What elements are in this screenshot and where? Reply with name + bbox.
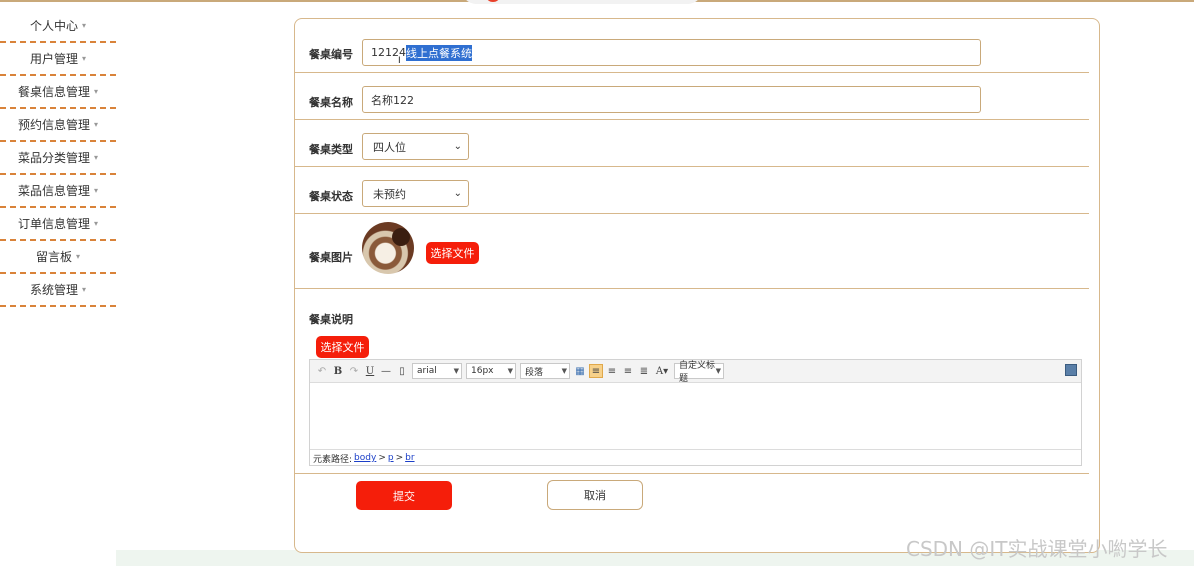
chevron-down-icon: ▾ — [76, 252, 81, 261]
bold-icon[interactable]: B — [331, 364, 345, 378]
table-type-label: 餐桌类型 — [309, 143, 353, 156]
form-row-table-type: 餐桌类型 四人位 ⌄ — [295, 120, 1089, 167]
chevron-down-icon: ⌄ — [453, 141, 462, 152]
table-image-thumbnail — [362, 222, 414, 274]
sidebar-item-label: 留言板 — [35, 250, 72, 264]
header-logo — [462, 0, 702, 4]
underline-icon[interactable]: U — [363, 364, 377, 378]
sidebar-item-label: 餐桌信息管理 — [17, 85, 90, 99]
font-size-select[interactable]: 16px ▼ — [466, 363, 516, 379]
table-no-value-plain: 12124 — [371, 46, 406, 59]
chevron-down-icon: ▼ — [453, 367, 459, 375]
align-right-icon[interactable]: ≡ — [621, 364, 635, 378]
table-no-value-selected: 线上点餐系统 — [406, 44, 472, 61]
sidebar-item-label: 订单信息管理 — [17, 217, 90, 231]
page-root: 个人中心 ▾ 用户管理 ▾ 餐桌信息管理 ▾ 预约信息管理 ▾ 菜品分类管理 ▾ 菜品信息… — [0, 0, 1194, 566]
sidebar-item-user-management[interactable]: 用户管理 ▾ — [0, 43, 116, 76]
align-center-icon[interactable]: ≡ — [605, 364, 619, 378]
table-no-input[interactable]: 12124 线上点餐系统 — [362, 39, 981, 66]
sidebar-item-label: 预约信息管理 — [17, 118, 90, 132]
font-size-value: 16px — [471, 366, 494, 376]
paste-icon[interactable]: ▯ — [395, 364, 409, 378]
editor-toolbar: ↶ B ↷ U — ▯ arial ▼ 16px ▼ 段落 ▼ ▦ ≡ ≡ ≡ ≣ A… — [310, 360, 1081, 384]
sidebar-item-label: 菜品分类管理 — [17, 151, 90, 165]
form-row-table-image: 餐桌图片 选择文件 — [295, 214, 1089, 289]
form-row-table-name: 餐桌名称 名称122 — [295, 73, 1089, 120]
submit-button[interactable]: 提交 — [356, 481, 452, 510]
coffee-beans-graphic — [392, 228, 410, 246]
form-divider — [295, 473, 1089, 474]
path-link-br[interactable]: br — [405, 453, 414, 463]
chevron-down-icon: ▾ — [94, 87, 99, 96]
sidebar-item-order-info[interactable]: 订单信息管理 ▾ — [0, 208, 116, 241]
align-left-icon[interactable]: ≡ — [589, 364, 603, 378]
chevron-down-icon: ▾ — [94, 120, 99, 129]
logo-icon — [486, 0, 500, 2]
table-status-value: 未预约 — [373, 187, 406, 201]
cancel-label: 取消 — [584, 489, 606, 502]
sidebar-item-dish-info[interactable]: 菜品信息管理 ▾ — [0, 175, 116, 208]
edit-form-card: 餐桌编号 12124 线上点餐系统 餐桌名称 名称122 餐桌类型 四人位 ⌄ 餐桌… — [294, 18, 1100, 553]
sidebar-item-personal-center[interactable]: 个人中心 ▾ — [0, 10, 116, 43]
watermark-text: CSDN @IT实战课堂小喲学长 — [906, 537, 1168, 561]
undo-icon[interactable]: ↶ — [315, 364, 329, 378]
horizontal-rule-icon[interactable]: — — [379, 364, 393, 378]
table-name-input[interactable]: 名称122 — [362, 86, 981, 113]
table-name-value: 名称122 — [371, 93, 414, 107]
table-name-label: 餐桌名称 — [309, 96, 353, 109]
submit-label: 提交 — [393, 489, 415, 503]
form-row-table-status: 餐桌状态 未预约 ⌄ — [295, 167, 1089, 214]
sidebar-item-label: 系统管理 — [29, 283, 78, 297]
chevron-down-icon: ▼ — [561, 367, 567, 375]
table-status-select[interactable]: 未预约 ⌄ — [362, 180, 469, 207]
justify-icon[interactable]: ≣ — [637, 364, 651, 378]
chevron-down-icon: ▼ — [507, 367, 513, 375]
chevron-down-icon: ▾ — [94, 219, 99, 228]
element-path-label: 元素路径: — [313, 454, 353, 465]
sidebar: 个人中心 ▾ 用户管理 ▾ 餐桌信息管理 ▾ 预约信息管理 ▾ 菜品分类管理 ▾ 菜品信息… — [0, 10, 116, 307]
paragraph-value: 段落 — [525, 367, 544, 378]
choose-image-file-button[interactable]: 选择文件 — [426, 242, 479, 264]
chevron-down-icon: ▾ — [94, 153, 99, 162]
table-no-label: 餐桌编号 — [309, 48, 353, 61]
rich-text-editor: ↶ B ↷ U — ▯ arial ▼ 16px ▼ 段落 ▼ ▦ ≡ ≡ ≡ ≣ A… — [309, 359, 1082, 466]
sidebar-item-label: 个人中心 — [29, 19, 78, 33]
choose-file-label: 选择文件 — [320, 341, 365, 354]
sidebar-item-table-info[interactable]: 餐桌信息管理 ▾ — [0, 76, 116, 109]
font-color-icon[interactable]: A▾ — [653, 364, 671, 378]
sidebar-item-message-board[interactable]: 留言板 ▾ — [0, 241, 116, 274]
chevron-down-icon: ▾ — [82, 285, 87, 294]
sidebar-item-dish-category[interactable]: 菜品分类管理 ▾ — [0, 142, 116, 175]
chevron-down-icon: ⌄ — [453, 188, 462, 199]
cancel-button[interactable]: 取消 — [547, 480, 643, 510]
editor-content-area[interactable] — [310, 383, 1081, 449]
chevron-down-icon: ▾ — [82, 21, 87, 30]
text-cursor-icon: I — [398, 56, 401, 66]
editor-element-path: 元素路径: body > p > br — [310, 449, 1081, 466]
table-icon[interactable]: ▦ — [573, 364, 587, 378]
chevron-down-icon: ▾ — [82, 54, 87, 63]
table-status-label: 餐桌状态 — [309, 190, 353, 203]
path-link-p[interactable]: p — [388, 453, 394, 463]
path-link-body[interactable]: body — [354, 453, 376, 463]
paragraph-select[interactable]: 段落 ▼ — [520, 363, 570, 379]
custom-title-select[interactable]: 自定义标题 ▼ — [674, 361, 724, 384]
chevron-down-icon: ▼ — [715, 367, 721, 375]
form-row-table-no: 餐桌编号 12124 线上点餐系统 — [295, 19, 1089, 73]
sidebar-item-label: 用户管理 — [29, 52, 78, 66]
font-family-value: arial — [417, 366, 437, 376]
redo-icon[interactable]: ↷ — [347, 364, 361, 378]
fullscreen-icon[interactable] — [1065, 364, 1077, 376]
choose-file-label: 选择文件 — [430, 247, 475, 260]
font-family-select[interactable]: arial ▼ — [412, 363, 462, 379]
sidebar-item-system-management[interactable]: 系统管理 ▾ — [0, 274, 116, 307]
table-desc-label: 餐桌说明 — [309, 313, 353, 326]
table-type-value: 四人位 — [373, 140, 406, 154]
table-image-label: 餐桌图片 — [309, 251, 353, 264]
table-type-select[interactable]: 四人位 ⌄ — [362, 133, 469, 160]
chevron-down-icon: ▾ — [94, 186, 99, 195]
choose-desc-file-button[interactable]: 选择文件 — [316, 336, 369, 358]
sidebar-item-label: 菜品信息管理 — [17, 184, 90, 198]
sidebar-item-reservation-info[interactable]: 预约信息管理 ▾ — [0, 109, 116, 142]
